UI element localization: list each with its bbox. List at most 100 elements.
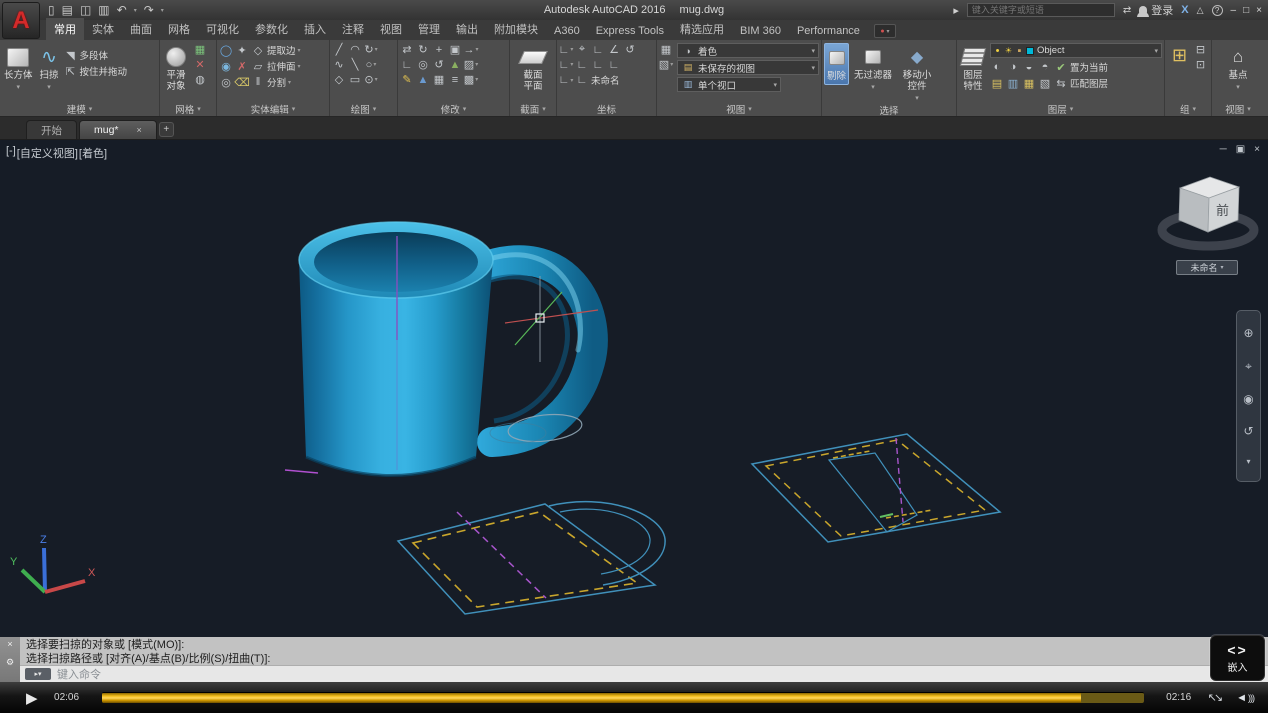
viewcube-named-view-button[interactable]: 未命名▾ [1176, 260, 1238, 275]
mesh-refine-icon[interactable] [193, 43, 207, 56]
plot-icon[interactable]: ▥ [98, 3, 109, 17]
tab-view[interactable]: 视图 [372, 18, 410, 40]
revolve-profile-sketch[interactable] [752, 434, 1000, 542]
xline-icon[interactable] [348, 58, 362, 71]
sweep-profile-sketch[interactable] [398, 502, 665, 614]
tab-output[interactable]: 输出 [448, 18, 486, 40]
mesh-crease-icon[interactable] [193, 58, 207, 71]
record-button[interactable]: ●▾ [874, 24, 896, 38]
fillet-icon[interactable] [400, 58, 414, 71]
copy-icon[interactable] [464, 73, 478, 86]
viewcube[interactable]: 前 未命名▾ [1146, 160, 1266, 292]
group-edit-icon[interactable] [1194, 58, 1208, 71]
set-current-layer-button[interactable]: 置为当前 [1054, 60, 1108, 74]
array-icon[interactable] [432, 43, 446, 56]
tab-visualize[interactable]: 可视化 [198, 18, 247, 40]
ucs-origin-icon[interactable] [575, 43, 589, 56]
fullscreen-icon[interactable]: ↖↘ [1208, 691, 1220, 704]
viewcube-graphic[interactable]: 前 [1146, 160, 1266, 260]
revision-cloud-icon[interactable] [364, 43, 378, 56]
align-icon[interactable] [448, 73, 462, 86]
signin-button[interactable]: 登录 [1139, 2, 1173, 18]
ucs-face-icon[interactable] [559, 58, 573, 71]
edit-polyline-icon[interactable] [400, 73, 414, 86]
mirror-icon[interactable] [432, 58, 446, 71]
view-tools2-icon[interactable] [659, 58, 673, 71]
viewport-style-control[interactable]: [着色] [79, 145, 107, 161]
tab-solid[interactable]: 实体 [84, 18, 122, 40]
viewport-minus-control[interactable]: [-] [6, 145, 16, 161]
culling-toggle-button[interactable]: 剔除 [824, 43, 849, 85]
separate-button[interactable]: 分割 [251, 75, 291, 89]
ucs-view-icon[interactable] [591, 58, 605, 71]
layer-off-icon[interactable] [990, 61, 1004, 74]
stretch-icon[interactable] [464, 43, 478, 56]
ellipse-icon[interactable] [364, 73, 378, 86]
tab-express-tools[interactable]: Express Tools [588, 22, 672, 40]
save-file-icon[interactable]: ◫ [80, 3, 91, 17]
zoom-icon[interactable]: ◉ [1243, 392, 1253, 406]
restore-button[interactable]: □ [1243, 5, 1249, 16]
embed-button[interactable]: <> 嵌入 [1210, 635, 1265, 681]
command-chip-icon[interactable]: ▸▾ [25, 668, 51, 680]
clean-icon[interactable] [235, 76, 249, 89]
viewport-view-control[interactable]: [自定义视图] [17, 145, 78, 161]
tab-bim360[interactable]: BIM 360 [732, 22, 789, 40]
new-file-icon[interactable]: ▯ [48, 3, 55, 17]
smooth-object-button[interactable]: 平滑对象 [162, 43, 190, 94]
rotate-icon[interactable] [416, 43, 430, 56]
intersect-icon[interactable] [219, 76, 233, 89]
search-flyout-icon[interactable]: ▸ [953, 4, 959, 17]
move-icon[interactable] [400, 43, 414, 56]
tab-addins[interactable]: 附加模块 [486, 18, 546, 40]
file-tab-mug[interactable]: mug* × [79, 120, 157, 139]
mesh-options-icon[interactable] [193, 73, 207, 86]
panel-label-modeling[interactable]: 建模 [0, 102, 159, 116]
tab-annotate[interactable]: 注释 [334, 18, 372, 40]
file-tab-start[interactable]: 开始 [26, 120, 77, 139]
volume-icon[interactable]: ◄))) [1236, 692, 1254, 704]
a360-icon[interactable]: △ [1197, 5, 1204, 16]
pan-icon[interactable]: ⌖ [1245, 359, 1252, 374]
help-icon[interactable]: ? [1212, 5, 1223, 16]
base-point-button[interactable]: 基点 [1226, 43, 1249, 92]
tab-performance[interactable]: Performance [789, 22, 868, 40]
seek-bar[interactable] [102, 692, 1144, 703]
layer-freeze-icon[interactable] [1022, 61, 1036, 74]
offset-icon[interactable] [416, 58, 430, 71]
extrude-faces-button[interactable]: 拉伸面 [251, 59, 301, 73]
ucs-3point-icon[interactable] [607, 58, 621, 71]
play-button[interactable]: ▶ [26, 689, 38, 707]
orbit-icon[interactable]: ↺ [1243, 424, 1253, 438]
dwg-close-icon[interactable]: × [1254, 144, 1260, 155]
sweep-button[interactable]: 扫掠 [38, 43, 61, 92]
layer-dropdown[interactable]: Object ▾ [990, 43, 1162, 58]
ungroup-icon[interactable] [1194, 43, 1208, 56]
extract-edges-button[interactable]: 提取边 [251, 43, 301, 57]
filter-button[interactable]: 无过滤器 [852, 43, 894, 92]
view-tools-icon[interactable] [659, 43, 673, 56]
command-input-row[interactable]: ▸▾ 键入命令 [20, 665, 1268, 682]
panel-label-coordinates[interactable]: 坐标 [557, 102, 656, 116]
section-plane-button[interactable]: 截面平面 [519, 43, 547, 94]
panel-label-solid-editing[interactable]: 实体编辑 [217, 102, 329, 116]
dwg-minimize-icon[interactable]: ─ [1220, 144, 1227, 155]
ucs-icon-button[interactable] [559, 43, 573, 56]
panel-label-view[interactable]: 视图 [657, 102, 821, 116]
gizmo-button[interactable]: 移动小控件 [897, 43, 937, 103]
circle-icon[interactable] [364, 58, 378, 71]
layer-walk-icon[interactable] [990, 77, 1004, 90]
line-icon[interactable] [332, 43, 346, 56]
layer-properties-button[interactable]: 图层特性 [959, 43, 987, 94]
close-button[interactable]: × [1256, 5, 1262, 16]
tab-manage[interactable]: 管理 [410, 18, 448, 40]
command-close-icon[interactable]: × [7, 639, 12, 649]
ucs-object-icon[interactable] [575, 58, 589, 71]
panel-label-view-base[interactable]: 视图 [1212, 102, 1264, 116]
open-file-icon[interactable]: ▤ [62, 3, 73, 17]
undo-dropdown-icon[interactable]: ▾ [134, 7, 137, 14]
panel-label-selection[interactable]: 选择 [822, 103, 956, 117]
undo-icon[interactable]: ↶ [117, 3, 127, 17]
redo-icon[interactable]: ↷ [144, 3, 154, 17]
named-view-dropdown[interactable]: 未保存的视图 ▾ [677, 60, 819, 75]
